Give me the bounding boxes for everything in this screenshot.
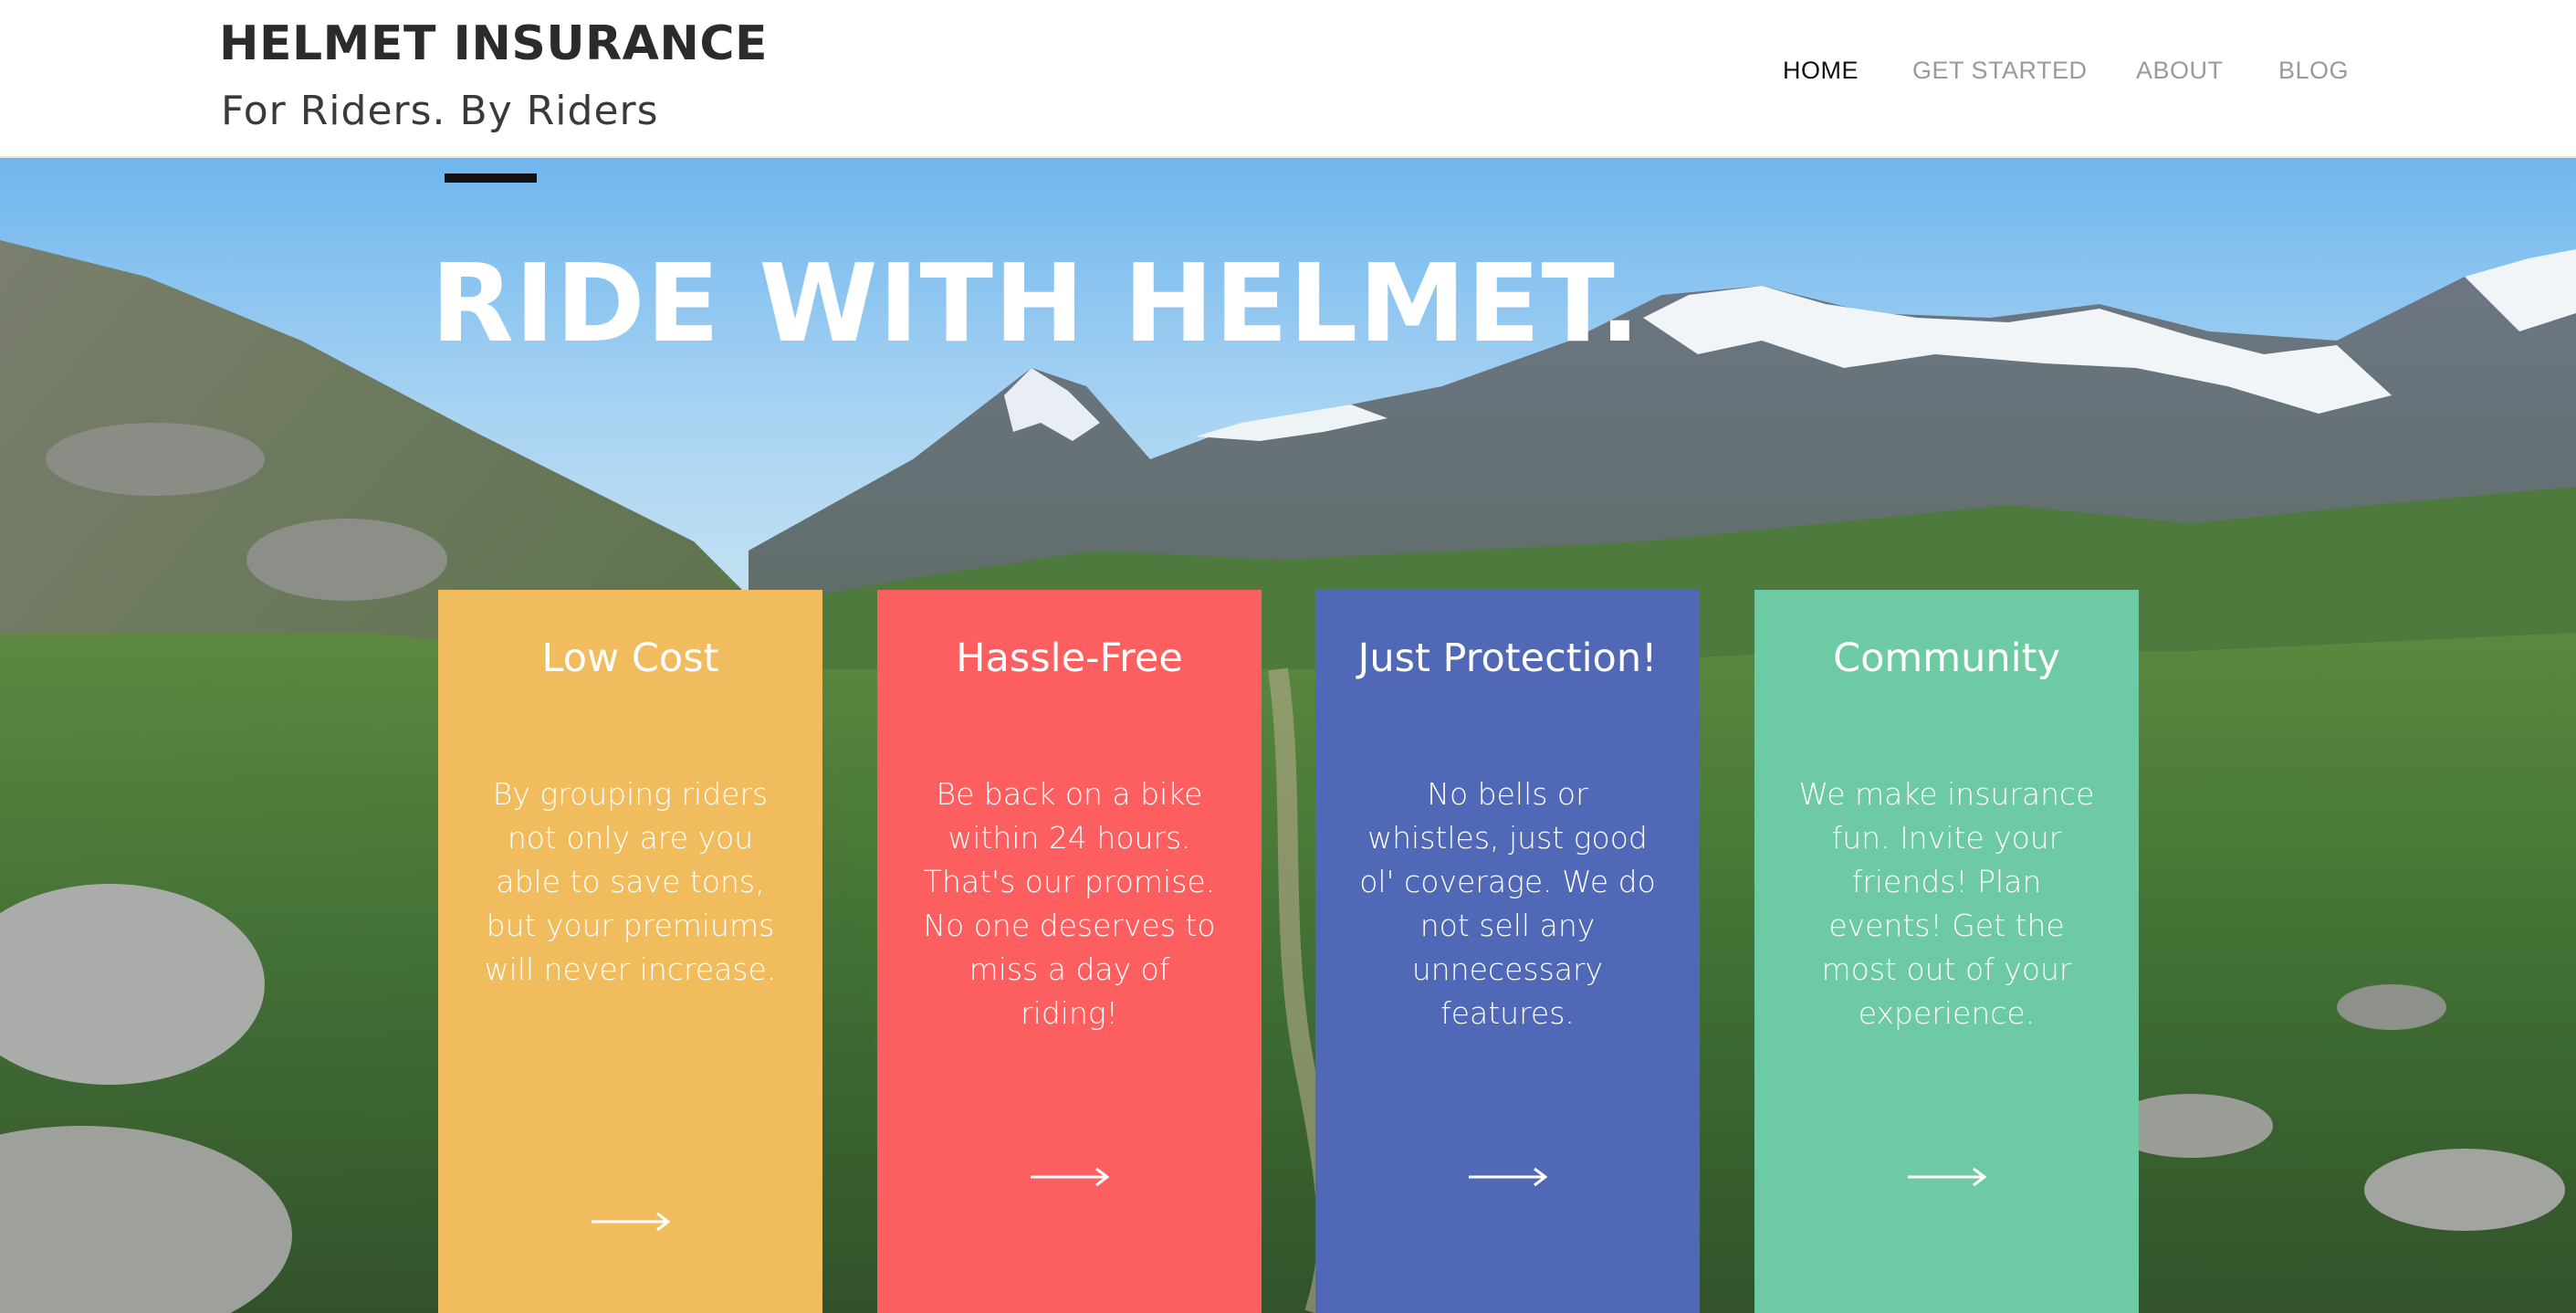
feature-card-just-protection[interactable]: Just Protection! No bells or whistles, j… bbox=[1315, 590, 1700, 1313]
main-nav: HOME GET STARTED ABOUT BLOG bbox=[0, 57, 2576, 93]
feature-card-low-cost[interactable]: Low Cost By grouping riders not only are… bbox=[438, 590, 822, 1313]
site-tagline: For Riders. By Riders bbox=[221, 88, 659, 134]
hero-title: RIDE WITH HELMET. bbox=[431, 240, 1641, 366]
site-header: HELMET INSURANCE For Riders. By Riders H… bbox=[0, 0, 2576, 158]
arrow-right-icon[interactable] bbox=[1030, 1166, 1109, 1188]
card-body: We make insurance fun. Invite your frien… bbox=[1798, 776, 2095, 1031]
hero-section: RIDE WITH HELMET. Low Cost By grouping r… bbox=[0, 158, 2576, 1313]
hero-accent-bar bbox=[445, 173, 537, 183]
nav-get-started[interactable]: GET STARTED bbox=[1912, 57, 2088, 85]
nav-blog[interactable]: BLOG bbox=[2278, 57, 2349, 85]
card-body: By grouping riders not only are you able… bbox=[484, 776, 777, 987]
card-title: Hassle-Free bbox=[956, 635, 1183, 681]
card-body: No bells or whistles, just good ol' cove… bbox=[1359, 776, 1656, 1031]
card-title: Community bbox=[1833, 635, 2060, 681]
nav-home[interactable]: HOME bbox=[1783, 57, 1859, 85]
card-title: Just Protection! bbox=[1357, 635, 1658, 681]
card-title: Low Cost bbox=[541, 635, 719, 681]
arrow-right-icon[interactable] bbox=[1907, 1166, 1986, 1188]
arrow-right-icon[interactable] bbox=[591, 1211, 670, 1233]
arrow-right-icon[interactable] bbox=[1468, 1166, 1547, 1188]
card-body: Be back on a bike within 24 hours. That'… bbox=[923, 776, 1216, 1031]
feature-card-community[interactable]: Community We make insurance fun. Invite … bbox=[1754, 590, 2139, 1313]
nav-about[interactable]: ABOUT bbox=[2136, 57, 2224, 85]
feature-card-hassle-free[interactable]: Hassle-Free Be back on a bike within 24 … bbox=[877, 590, 1262, 1313]
